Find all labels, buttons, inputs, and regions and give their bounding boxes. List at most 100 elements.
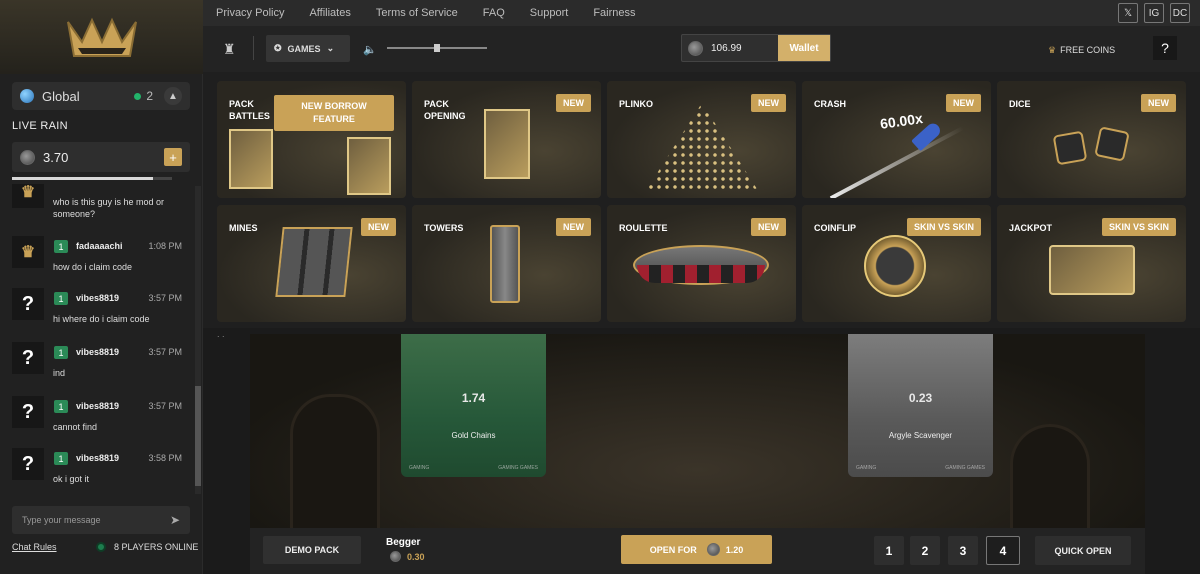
- chat-message-input[interactable]: Type your message ➤: [12, 506, 190, 534]
- quantity-2-button[interactable]: 2: [910, 536, 940, 565]
- nav-faq[interactable]: FAQ: [483, 7, 505, 19]
- message-time: 3:57 PM: [148, 401, 182, 411]
- item-card: 0.23 Argyle Scavenger GAMING GAMING GAMES: [848, 334, 993, 477]
- add-rain-button[interactable]: +: [164, 148, 182, 166]
- game-badge: SKIN VS SKIN: [1101, 218, 1176, 236]
- globe-icon: [20, 89, 34, 103]
- games-label: GAMES: [287, 43, 321, 54]
- message-text: cannot find: [53, 422, 98, 432]
- volume-slider[interactable]: [387, 44, 487, 52]
- nav-fairness[interactable]: Fairness: [593, 7, 635, 19]
- chat-room-selector[interactable]: Global 2 ▲: [12, 82, 190, 110]
- game-badge: NEW: [1141, 94, 1176, 112]
- nav-support[interactable]: Support: [530, 7, 569, 19]
- username[interactable]: vibes8819: [76, 347, 119, 357]
- game-name: PLINKO: [619, 99, 654, 109]
- volume-slider-knob[interactable]: [434, 44, 440, 52]
- chat-message: ? 1 vibes8819 3:58 PM ok i got it: [12, 448, 190, 494]
- chat-scrollbar[interactable]: [195, 186, 201, 494]
- user-avatar[interactable]: ?: [12, 288, 44, 320]
- quantity-1-button[interactable]: 1: [874, 536, 904, 565]
- nav-affiliates[interactable]: Affiliates: [309, 7, 350, 19]
- chevron-down-icon: ⌄: [326, 43, 335, 53]
- message-text: how do i claim code: [53, 262, 133, 272]
- game-badge: NEW: [946, 94, 981, 112]
- question-mark-avatar-icon: ?: [21, 346, 35, 369]
- balance-amount: 106.99: [711, 42, 742, 54]
- toolbar: ♜ ✪ GAMES ⌄ 🔈 106.99 Wallet ♛ FREE COINS …: [203, 26, 1200, 72]
- chat-message: ? 1 vibes8819 3:57 PM ind: [12, 342, 190, 390]
- quick-open-button[interactable]: QUICK OPEN: [1035, 536, 1131, 565]
- nav-terms-of-service[interactable]: Terms of Service: [376, 7, 458, 19]
- user-avatar[interactable]: ♛: [12, 184, 44, 208]
- x-icon[interactable]: 𝕏: [1118, 3, 1138, 23]
- quantity-4-button[interactable]: 4: [986, 536, 1020, 565]
- demo-pack-button[interactable]: DEMO PACK: [263, 536, 361, 564]
- user-avatar[interactable]: ?: [12, 342, 44, 374]
- wallet-button[interactable]: Wallet: [778, 35, 830, 61]
- crown-avatar-icon: ♛: [20, 244, 36, 261]
- open-pack-button[interactable]: OPEN FOR 1.20: [621, 535, 772, 564]
- castle-home-icon[interactable]: ♜: [223, 41, 241, 57]
- user-avatar[interactable]: ?: [12, 448, 44, 480]
- send-icon[interactable]: ➤: [170, 513, 180, 527]
- user-level-badge: 1: [54, 292, 68, 305]
- crash-multiplier: 60.00x: [879, 110, 924, 132]
- quantity-3-button[interactable]: 3: [948, 536, 978, 565]
- username[interactable]: fadaaaachi: [76, 241, 123, 251]
- question-mark-avatar-icon: ?: [21, 452, 35, 475]
- crown-avatar-icon: ♛: [20, 184, 36, 201]
- volume-icon[interactable]: 🔈: [363, 43, 377, 56]
- games-dropdown-button[interactable]: ✪ GAMES ⌄: [266, 35, 350, 62]
- games-icon: ✪: [274, 43, 282, 53]
- toolbar-divider: [253, 36, 254, 60]
- instagram-icon[interactable]: IG: [1144, 3, 1164, 23]
- game-name: ROULETTE: [619, 223, 668, 233]
- item-value: 0.23: [908, 391, 933, 405]
- balance-display: 106.99 Wallet: [681, 34, 831, 62]
- game-tile-coinflip[interactable]: COINFLIP SKIN VS SKIN: [802, 205, 991, 322]
- game-name: TOWERS: [424, 223, 464, 233]
- game-tile-roulette[interactable]: ROULETTE NEW: [607, 205, 796, 322]
- user-level-badge: 1: [54, 400, 68, 413]
- message-time: 3:57 PM: [148, 347, 182, 357]
- item-name: Argyle Scavenger: [888, 431, 953, 440]
- chat-message: ? 1 vibes8819 3:57 PM cannot find: [12, 396, 190, 444]
- game-grid: PACK BATTLES NEW BORROW FEATURE PACK OPENI…: [203, 72, 1200, 328]
- game-tile-plinko[interactable]: PLINKO NEW: [607, 81, 796, 198]
- user-avatar[interactable]: ♛: [12, 236, 44, 268]
- game-tile-pack-battles[interactable]: PACK BATTLES NEW BORROW FEATURE: [217, 81, 406, 198]
- user-avatar[interactable]: ?: [12, 396, 44, 428]
- chevron-up-icon[interactable]: ▲: [164, 87, 182, 105]
- game-tile-dice[interactable]: DICE NEW: [997, 81, 1186, 198]
- game-tile-jackpot[interactable]: JACKPOT SKIN VS SKIN: [997, 205, 1186, 322]
- open-price-value: 1.20: [725, 544, 744, 555]
- help-button[interactable]: ?: [1153, 36, 1177, 60]
- discord-icon[interactable]: DC: [1170, 3, 1190, 23]
- question-mark-avatar-icon: ?: [21, 400, 35, 423]
- username[interactable]: vibes8819: [76, 453, 119, 463]
- free-coins-link[interactable]: ♛ FREE COINS: [1048, 45, 1115, 56]
- username[interactable]: vibes8819: [76, 401, 119, 411]
- game-tile-pack-opening[interactable]: PACK OPENING NEW: [412, 81, 601, 198]
- message-text: who is this guy is he mod or someone?: [53, 197, 165, 219]
- game-tile-mines[interactable]: MINES NEW: [217, 205, 406, 322]
- site-logo[interactable]: [0, 0, 203, 74]
- online-dot-icon: [134, 92, 142, 100]
- item-name: Gold Chains: [451, 431, 496, 440]
- message-text: ok i got it: [53, 474, 90, 484]
- online-indicator-icon: [96, 542, 106, 552]
- message-time: 3:58 PM: [148, 453, 182, 463]
- game-tile-towers[interactable]: TOWERS NEW: [412, 205, 601, 322]
- background-door: [290, 394, 380, 528]
- online-count-value: 2: [146, 89, 153, 103]
- username[interactable]: vibes8819: [76, 293, 119, 303]
- user-level-badge: 1: [54, 240, 68, 253]
- item-footer-left: GAMING: [409, 465, 430, 471]
- chat-rules-link[interactable]: Chat Rules: [12, 542, 57, 552]
- game-tile-crash[interactable]: 60.00x CRASH NEW: [802, 81, 991, 198]
- game-badge: SKIN VS SKIN: [906, 218, 981, 236]
- item-footer-left: GAMING: [856, 465, 877, 471]
- game-badge: NEW: [751, 94, 786, 112]
- nav-privacy-policy[interactable]: Privacy Policy: [216, 7, 284, 19]
